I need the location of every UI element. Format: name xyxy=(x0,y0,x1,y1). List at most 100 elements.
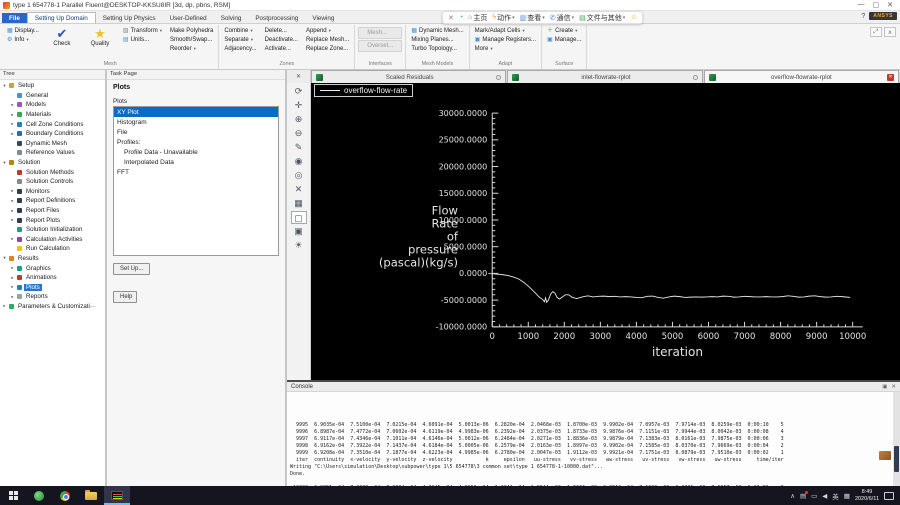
console-close-icon[interactable]: ✕ xyxy=(891,384,896,390)
console-output[interactable]: 9995 6.9035e-04 7.5100e-04 7.0215e-04 4.… xyxy=(287,392,900,486)
zoom-in-icon[interactable]: ⊕ xyxy=(291,113,307,126)
tree-item-solution-initialization[interactable]: Solution Initialization xyxy=(0,225,105,235)
tree-item-materials[interactable]: ▸Materials xyxy=(0,110,105,120)
plots-list-item-profiles-[interactable]: Profiles: xyxy=(114,137,278,147)
overlay-spinner-icon[interactable]: ◔ xyxy=(459,14,463,21)
messenger-app-icon[interactable] xyxy=(26,486,52,505)
ribbon-button-reorder[interactable]: Reorder▾ xyxy=(168,45,215,53)
rotate-view-icon[interactable]: ⟳ xyxy=(291,85,307,98)
view-box-icon[interactable]: ▢ xyxy=(291,211,307,224)
tree-expand-icon[interactable]: ▸ xyxy=(10,236,15,242)
ribbon-button-combine[interactable]: Combine▾ xyxy=(222,27,258,35)
tray-display-icon[interactable]: ▭ xyxy=(811,492,817,500)
tree-expand-icon[interactable]: ▸ xyxy=(10,265,15,271)
ribbon-button-units-[interactable]: ▤Units... xyxy=(121,36,164,44)
zoom-window-icon[interactable]: ◉ xyxy=(291,155,307,168)
tree-expand-icon[interactable]: ▸ xyxy=(10,294,15,300)
ribbon-button-info[interactable]: ⚙Info▾ xyxy=(5,36,41,44)
zoom-out-icon[interactable]: ⊖ xyxy=(291,127,307,140)
ribbon-button-replace-mesh-[interactable]: Replace Mesh... xyxy=(304,36,351,44)
ribbon-tab-solving[interactable]: Solving xyxy=(214,13,249,23)
task-page-close-icon[interactable]: ✕ xyxy=(287,70,311,83)
tree-expand-icon[interactable]: ▸ xyxy=(10,121,15,127)
ribbon-tab-postprocessing[interactable]: Postprocessing xyxy=(248,13,305,23)
plot-tab-scaled-residuals[interactable]: Scaled Residuals xyxy=(311,70,506,83)
tree-expand-icon[interactable]: ▸ xyxy=(10,112,15,118)
plot-canvas[interactable]: overflow-flow-rate -10000.0000-5000.0000… xyxy=(311,83,900,380)
ribbon-button-replace-zone-[interactable]: Replace Zone... xyxy=(304,45,351,53)
tree-item-cell-zone-conditions[interactable]: ▸Cell Zone Conditions xyxy=(0,119,105,129)
tree-item-solution-controls[interactable]: Solution Controls xyxy=(0,177,105,187)
ribbon-button-create[interactable]: ＋Create▾ xyxy=(545,27,583,35)
file-explorer-icon[interactable] xyxy=(78,486,104,505)
overlay-files[interactable]: ▤文件与其他▾ xyxy=(579,13,625,23)
tree-item-graphics[interactable]: ▸Graphics xyxy=(0,263,105,273)
ribbon-button-make-polyhedra[interactable]: Make Polyhedra xyxy=(168,27,215,35)
plots-list-item-xy-plot[interactable]: XY Plot xyxy=(114,107,278,117)
tray-app-icon[interactable]: ▤ xyxy=(800,492,806,500)
tree-expand-icon[interactable]: ▸ xyxy=(10,284,15,290)
tree-item-boundary-conditions[interactable]: ▸Boundary Conditions xyxy=(0,129,105,139)
close-button[interactable]: ✕ xyxy=(887,1,893,9)
clock[interactable]: 8:49 2020/6/11 xyxy=(855,489,879,502)
tree-item-dynamic-mesh[interactable]: Dynamic Mesh xyxy=(0,139,105,149)
ime-indicator[interactable]: 英 xyxy=(832,491,839,501)
axes-icon[interactable]: ✕ xyxy=(291,183,307,196)
grid-icon[interactable]: ▦ xyxy=(291,197,307,210)
ribbon-button-display-[interactable]: ▦Display... xyxy=(5,27,41,35)
set-up-button[interactable]: Set Up... xyxy=(113,263,150,275)
ribbon-expand-icon[interactable]: ⤢ xyxy=(870,27,882,37)
overlay-communication[interactable]: ✆通信▾ xyxy=(550,13,574,23)
touch-keyboard-icon[interactable]: ▦ xyxy=(844,492,850,500)
overlay-close-icon[interactable]: ✕ xyxy=(448,14,454,22)
ribbon-button-turbo-topology-[interactable]: Turbo Topology... xyxy=(409,45,465,53)
action-center-icon[interactable] xyxy=(884,492,894,500)
probe-icon[interactable]: ✎ xyxy=(291,141,307,154)
plot-tab-inlet-flowrate-rplot[interactable]: inlet-flowrate-rplot xyxy=(507,70,702,83)
plots-list-item-interpolated-data[interactable]: Interpolated Data xyxy=(114,157,278,167)
tree-expand-icon[interactable]: ▾ xyxy=(2,255,7,261)
tree-item-reports[interactable]: ▸Reports xyxy=(0,292,105,302)
tree-expand-icon[interactable]: ▾ xyxy=(2,83,7,89)
tray-chevron-icon[interactable]: ∧ xyxy=(790,492,795,500)
tree-item-results[interactable]: ▾Results xyxy=(0,254,105,264)
tree-item-plots[interactable]: ▸Plots xyxy=(0,282,105,292)
ribbon-button-smooth-swap-[interactable]: Smooth/Swap... xyxy=(168,36,215,44)
plots-list-item-profile-data-unavailable[interactable]: Profile Data - Unavailable xyxy=(114,147,278,157)
ribbon-button-transform[interactable]: ▧Transform▾ xyxy=(121,27,164,35)
lights-icon[interactable]: ☀ xyxy=(291,239,307,252)
tree-expand-icon[interactable]: ▸ xyxy=(2,303,7,309)
plot-tab-overflow-flowrate-rplot[interactable]: overflow-flowrate-rplot✕ xyxy=(704,70,899,83)
ribbon-tab-setting-up-physics[interactable]: Setting Up Physics xyxy=(96,13,163,23)
tree-item-parameters-customizati-[interactable]: ▸Parameters & Customizati··· xyxy=(0,302,105,312)
tree-item-monitors[interactable]: ▸Monitors xyxy=(0,187,105,197)
ribbon-button-activate-[interactable]: Activate... xyxy=(263,45,300,53)
ribbon-button-mixing-planes-[interactable]: Mixing Planes... xyxy=(409,36,465,44)
tree-item-reference-values[interactable]: Reference Values xyxy=(0,148,105,158)
maximize-button[interactable]: ▢ xyxy=(873,1,880,9)
ribbon-button-check[interactable]: ✔Check xyxy=(45,25,79,47)
layers-icon[interactable]: ▣ xyxy=(291,225,307,238)
tab-close-icon[interactable]: ✕ xyxy=(887,74,894,81)
tray-volume-icon[interactable]: ◀ xyxy=(822,492,827,500)
ribbon-button-append[interactable]: Append▾ xyxy=(304,27,351,35)
overlay-home[interactable]: ⌂主页 xyxy=(468,13,487,23)
tree-item-general[interactable]: General xyxy=(0,91,105,101)
tree-expand-icon[interactable]: ▾ xyxy=(2,160,7,166)
tree-expand-icon[interactable]: ▸ xyxy=(10,131,15,137)
console-scrollbar[interactable] xyxy=(893,392,900,486)
console-pin-icon[interactable]: ▣ xyxy=(882,384,887,390)
ribbon-button-more[interactable]: More▾ xyxy=(473,45,538,53)
chrome-icon[interactable] xyxy=(52,486,78,505)
ribbon-button-manage-registers-[interactable]: ▣Manage Registers... xyxy=(473,36,538,44)
tree-item-calculation-activities[interactable]: ▸Calculation Activities xyxy=(0,235,105,245)
ribbon-collapse-icon[interactable]: ∧ xyxy=(884,27,896,37)
ribbon-button-manage-[interactable]: ▣Manage... xyxy=(545,36,583,44)
tree-expand-icon[interactable]: ▸ xyxy=(10,217,15,223)
ribbon-tab-setting-up-domain[interactable]: Setting Up Domain xyxy=(27,12,96,23)
ribbon-button-dynamic-mesh-[interactable]: ▦Dynamic Mesh... xyxy=(409,27,465,35)
tree-expand-icon[interactable]: ▸ xyxy=(10,102,15,108)
tree-item-report-files[interactable]: ▸Report Files xyxy=(0,206,105,216)
start-button[interactable] xyxy=(0,486,26,505)
plots-list-item-file[interactable]: File xyxy=(114,127,278,137)
